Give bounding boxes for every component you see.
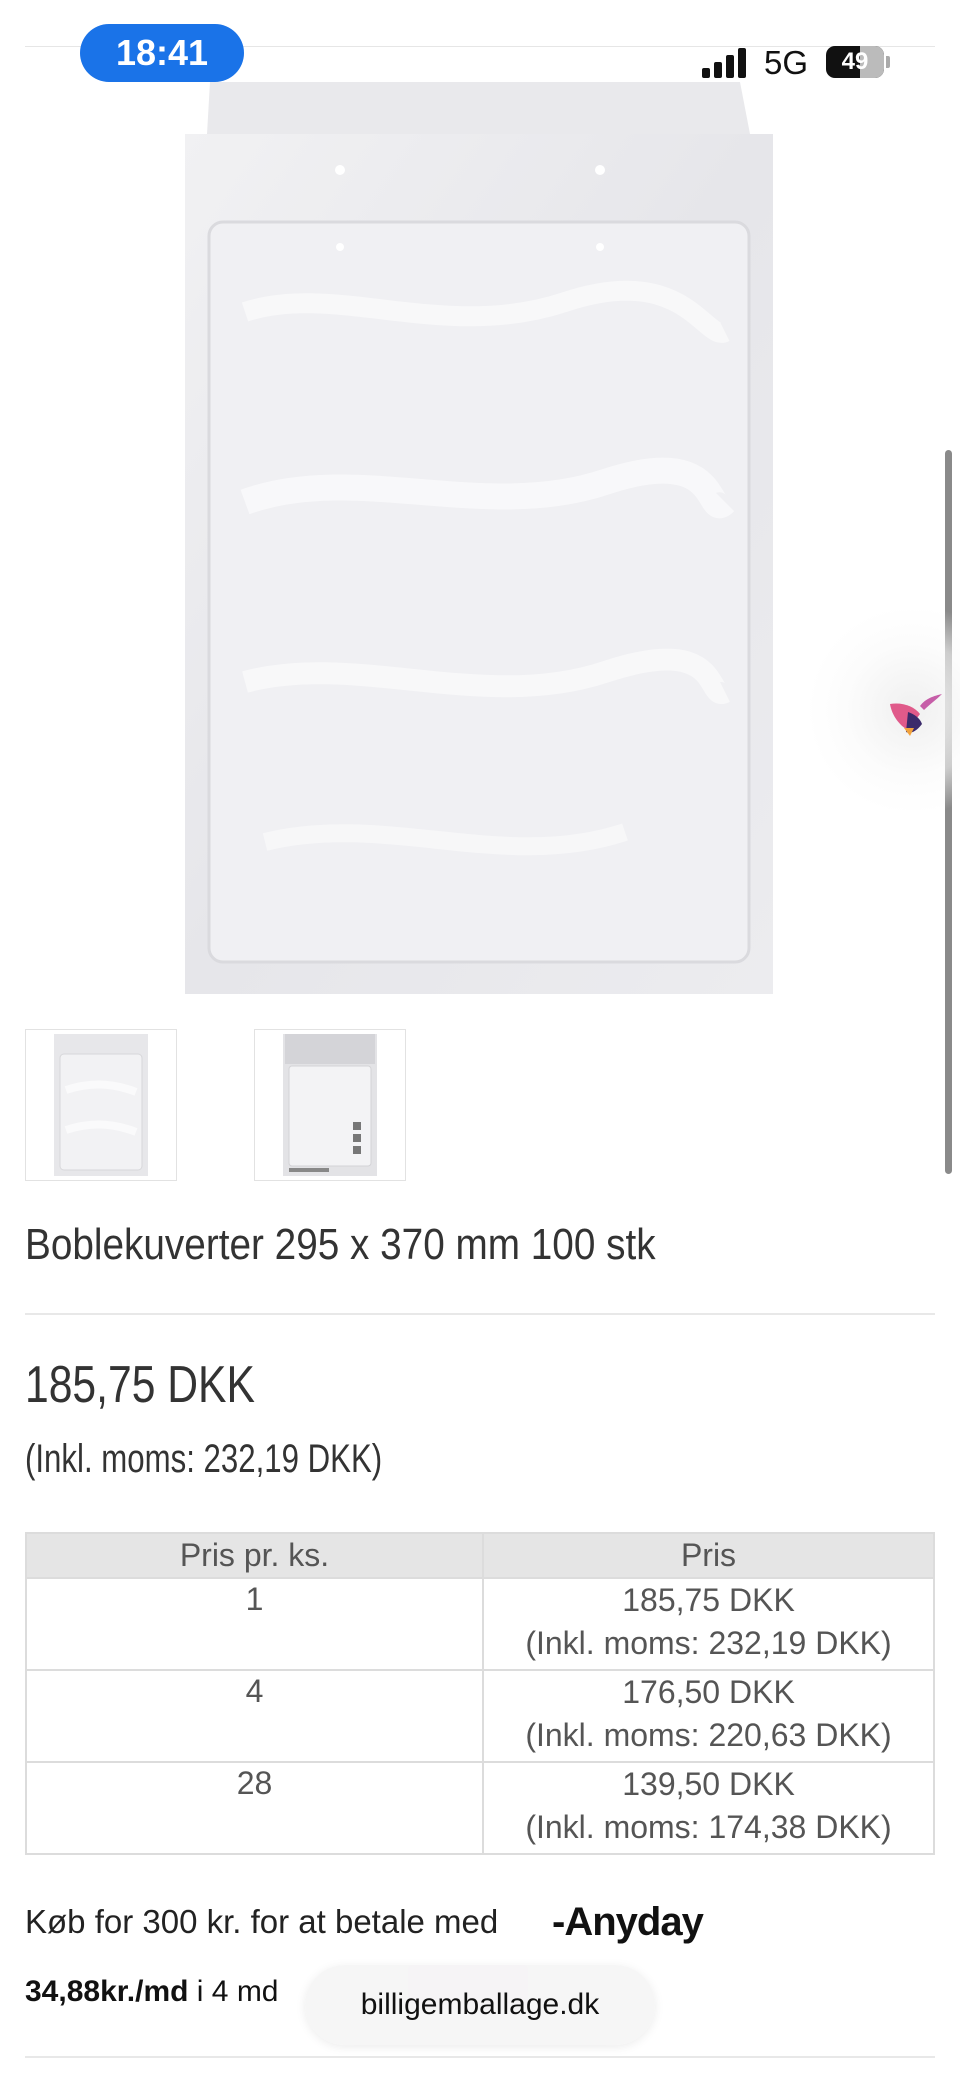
row-price-cell: 139,50 DKK (Inkl. moms: 174,38 DKK) (482, 1761, 935, 1855)
anyday-promo-text: Køb for 300 kr. for at betale med (25, 1903, 499, 1940)
battery-tip (886, 56, 890, 68)
product-main-image[interactable] (185, 82, 773, 994)
product-price-incl-vat: (Inkl. moms: 232,19 DKK) (25, 1437, 383, 1481)
page-scrollbar[interactable] (945, 450, 952, 1174)
row-qty: 28 (25, 1761, 484, 1855)
row-price-cell: 185,75 DKK (Inkl. moms: 232,19 DKK) (482, 1577, 935, 1671)
product-title: Boblekuverter 295 x 370 mm 100 stk (25, 1220, 656, 1269)
battery-icon: 49 (826, 46, 884, 78)
installment-amount: 34,88kr./md (25, 1975, 189, 2008)
row-price-incl-vat: (Inkl. moms: 220,63 DKK) (525, 1717, 892, 1753)
product-thumbnail-1[interactable] (25, 1029, 177, 1181)
table-row: 4 176,50 DKK (Inkl. moms: 220,63 DKK) (25, 1669, 935, 1763)
battery-level: 49 (841, 48, 869, 75)
row-qty: 1 (25, 1577, 484, 1671)
column-header-price: Pris (482, 1532, 935, 1579)
row-price: 185,75 DKK (622, 1582, 795, 1618)
row-qty: 4 (25, 1669, 484, 1763)
row-price: 139,50 DKK (622, 1766, 795, 1802)
quantity-price-table: Pris pr. ks. Pris 1 185,75 DKK (Inkl. mo… (25, 1532, 935, 1855)
column-header-qty: Pris pr. ks. (25, 1532, 484, 1579)
anyday-logo[interactable]: -Anyday (552, 1900, 704, 1945)
product-price: 185,75 DKK (25, 1356, 255, 1414)
browser-url-bar[interactable]: billigemballage.dk (305, 1965, 655, 2045)
browser-url: billigemballage.dk (360, 1988, 600, 2021)
table-row: 1 185,75 DKK (Inkl. moms: 232,19 DKK) (25, 1577, 935, 1671)
table-header-row: Pris pr. ks. Pris (25, 1532, 935, 1579)
anyday-logo-text: Anyday (564, 1900, 703, 1944)
signal-icon (702, 46, 748, 78)
installment-rest: i 4 md (196, 1975, 279, 2008)
row-price-incl-vat: (Inkl. moms: 174,38 DKK) (525, 1809, 892, 1845)
row-price-incl-vat: (Inkl. moms: 232,19 DKK) (525, 1625, 892, 1661)
hummingbird-icon[interactable] (880, 682, 942, 744)
installment-text: 34,88kr./md i 4 md (25, 1975, 279, 2009)
row-price-cell: 176,50 DKK (Inkl. moms: 220,63 DKK) (482, 1669, 935, 1763)
network-label: 5G (764, 44, 809, 81)
status-time: 18:41 (80, 24, 244, 82)
row-price: 176,50 DKK (622, 1674, 795, 1710)
title-divider (25, 1313, 935, 1315)
product-thumbnail-2[interactable] (254, 1029, 406, 1181)
bottom-divider (25, 2056, 935, 2058)
table-row: 28 139,50 DKK (Inkl. moms: 174,38 DKK) (25, 1761, 935, 1855)
